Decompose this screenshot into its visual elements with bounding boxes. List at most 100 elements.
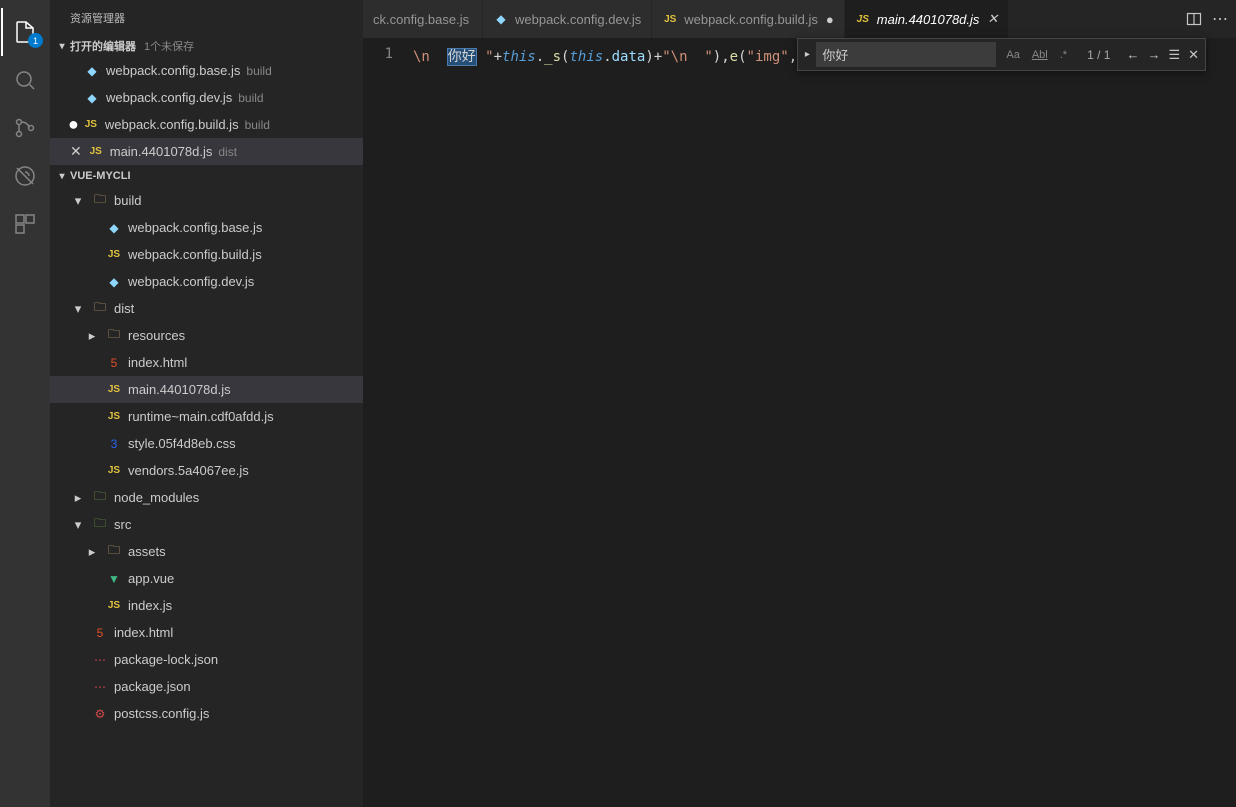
open-editors-list: ◆webpack.config.base.jsbuild◆webpack.con… bbox=[50, 57, 363, 165]
tree-item-label: webpack.config.base.js bbox=[128, 220, 262, 235]
split-editor-icon[interactable] bbox=[1186, 11, 1202, 27]
file-name: webpack.config.base.js bbox=[106, 63, 240, 78]
dirty-indicator: ● bbox=[68, 114, 79, 135]
tree-item-label: package-lock.json bbox=[114, 652, 218, 667]
tree-folder[interactable]: ▸🗀assets bbox=[50, 538, 363, 565]
tree-item-label: resources bbox=[128, 328, 185, 343]
open-editor-item[interactable]: ◆webpack.config.dev.jsbuild bbox=[50, 84, 363, 111]
tree-folder[interactable]: ▾🗀src bbox=[50, 511, 363, 538]
tab-close-icon[interactable]: ✕ bbox=[979, 11, 998, 27]
open-editors-label: 打开的编辑器 bbox=[70, 38, 136, 54]
file-dir: build bbox=[238, 91, 263, 105]
json-icon: ⋯ bbox=[92, 679, 108, 695]
chevron-down-icon: ▾ bbox=[54, 171, 70, 182]
webpack-icon: ◆ bbox=[106, 220, 122, 236]
open-editors-header[interactable]: ▾ 打开的编辑器 1个未保存 bbox=[50, 35, 363, 57]
tab-label: ck.config.base.js bbox=[373, 12, 469, 27]
tree-item-label: build bbox=[114, 193, 141, 208]
close-icon[interactable]: ✕ bbox=[70, 143, 82, 160]
open-editor-item[interactable]: ●JSwebpack.config.build.jsbuild bbox=[50, 111, 363, 138]
project-header[interactable]: ▾ VUE-MYCLI bbox=[50, 165, 363, 187]
folder-icon: 🗀 bbox=[92, 490, 108, 506]
tree-file[interactable]: 3style.05f4d8eb.css bbox=[50, 430, 363, 457]
activity-search[interactable] bbox=[1, 56, 49, 104]
vue-icon: ▼ bbox=[106, 571, 122, 587]
file-dir: build bbox=[246, 64, 271, 78]
activity-debug[interactable] bbox=[1, 152, 49, 200]
editor-tab[interactable]: ck.config.base.js bbox=[363, 0, 483, 38]
tree-file[interactable]: 5 index.html bbox=[50, 349, 363, 376]
editor-tab[interactable]: JSmain.4401078d.js✕ bbox=[845, 0, 1010, 38]
editor-tab[interactable]: JSwebpack.config.build.js● bbox=[652, 0, 845, 38]
postcss-icon: ⚙ bbox=[92, 706, 108, 722]
tree-folder[interactable]: ▸ 🗀 node_modules bbox=[50, 484, 363, 511]
chevron-icon: ▾ bbox=[70, 301, 86, 317]
js-icon: JS bbox=[106, 463, 122, 479]
explorer-badge: 1 bbox=[28, 33, 43, 48]
editor-tab[interactable]: ◆ webpack.config.dev.js bbox=[483, 0, 652, 38]
activity-explorer[interactable]: 1 bbox=[1, 8, 49, 56]
more-icon[interactable]: ⋯ bbox=[1212, 9, 1228, 29]
file-name: webpack.config.dev.js bbox=[106, 90, 232, 105]
tree-item-label: runtime~main.cdf0afdd.js bbox=[128, 409, 274, 424]
tree-file[interactable]: ⋯package-lock.json bbox=[50, 646, 363, 673]
code-editor[interactable]: 1 \n 你好 "+this._s(this.data)+"\n "),e("i… bbox=[363, 38, 1236, 807]
extensions-icon bbox=[13, 212, 37, 236]
find-next-icon[interactable]: → bbox=[1147, 47, 1160, 63]
tree-folder[interactable]: ▾🗀dist bbox=[50, 295, 363, 322]
tree-file[interactable]: ◆ webpack.config.base.js bbox=[50, 214, 363, 241]
find-count: 1 / 1 bbox=[1077, 48, 1120, 62]
find-prev-icon[interactable]: ← bbox=[1126, 47, 1139, 63]
js-icon: JS bbox=[106, 409, 122, 425]
find-selection-icon[interactable]: ☰ bbox=[1168, 47, 1180, 63]
webpack-icon: ◆ bbox=[106, 274, 122, 290]
tree-file[interactable]: JSmain.4401078d.js bbox=[50, 376, 363, 403]
tab-label: main.4401078d.js bbox=[877, 12, 980, 27]
activity-scm[interactable] bbox=[1, 104, 49, 152]
find-whole-word[interactable]: Abl bbox=[1028, 47, 1052, 63]
folder-icon: 🗀 bbox=[92, 193, 108, 209]
tree-file[interactable]: JS vendors.5a4067ee.js bbox=[50, 457, 363, 484]
file-dir: build bbox=[245, 118, 270, 132]
tree-file[interactable]: ◆webpack.config.dev.js bbox=[50, 268, 363, 295]
tree-item-label: assets bbox=[128, 544, 166, 559]
tree-file[interactable]: 5index.html bbox=[50, 619, 363, 646]
tree-file[interactable]: JSwebpack.config.build.js bbox=[50, 241, 363, 268]
tree-file[interactable]: JS runtime~main.cdf0afdd.js bbox=[50, 403, 363, 430]
find-close-icon[interactable]: ✕ bbox=[1188, 47, 1199, 63]
folder-icon: 🗀 bbox=[92, 301, 108, 317]
tree-item-label: index.html bbox=[128, 355, 187, 370]
tree-file[interactable]: ⋯package.json bbox=[50, 673, 363, 700]
open-editors-subtitle: 1个未保存 bbox=[144, 38, 194, 54]
tree-item-label: vendors.5a4067ee.js bbox=[128, 463, 249, 478]
tree-file[interactable]: ▼ app.vue bbox=[50, 565, 363, 592]
tab-label: webpack.config.dev.js bbox=[515, 12, 641, 27]
tree-item-label: node_modules bbox=[114, 490, 199, 505]
tree-item-label: app.vue bbox=[128, 571, 174, 586]
js-icon: JS bbox=[106, 598, 122, 614]
chevron-icon: ▸ bbox=[84, 328, 100, 344]
open-editor-item[interactable]: ◆webpack.config.base.jsbuild bbox=[50, 57, 363, 84]
file-dir: dist bbox=[218, 145, 237, 159]
find-input[interactable] bbox=[816, 42, 996, 67]
chevron-icon: ▾ bbox=[70, 193, 86, 209]
html-icon: 5 bbox=[106, 355, 122, 371]
chevron-icon: ▾ bbox=[70, 517, 86, 533]
chevron-icon: ▸ bbox=[70, 490, 86, 506]
webpack-icon: ◆ bbox=[493, 11, 509, 27]
tree-folder[interactable]: ▸🗀resources bbox=[50, 322, 363, 349]
open-editor-item[interactable]: ✕JSmain.4401078d.jsdist bbox=[50, 138, 363, 165]
js-icon: JS bbox=[88, 144, 104, 160]
html-icon: 5 bbox=[92, 625, 108, 641]
activity-extensions[interactable] bbox=[1, 200, 49, 248]
code-line[interactable]: \n 你好 "+this._s(this.data)+"\n "),e("img… bbox=[413, 46, 1236, 807]
tree-folder[interactable]: ▾ 🗀 build bbox=[50, 187, 363, 214]
tree-file[interactable]: ⚙postcss.config.js bbox=[50, 700, 363, 727]
tree-file[interactable]: JSindex.js bbox=[50, 592, 363, 619]
find-toggle-replace[interactable]: ▸ bbox=[798, 39, 816, 70]
tree-item-label: src bbox=[114, 517, 131, 532]
activity-bar: 1 bbox=[0, 0, 50, 807]
find-regex[interactable]: .* bbox=[1056, 47, 1071, 63]
find-match-case[interactable]: Aa bbox=[1002, 47, 1023, 63]
chevron-icon: ▸ bbox=[84, 544, 100, 560]
